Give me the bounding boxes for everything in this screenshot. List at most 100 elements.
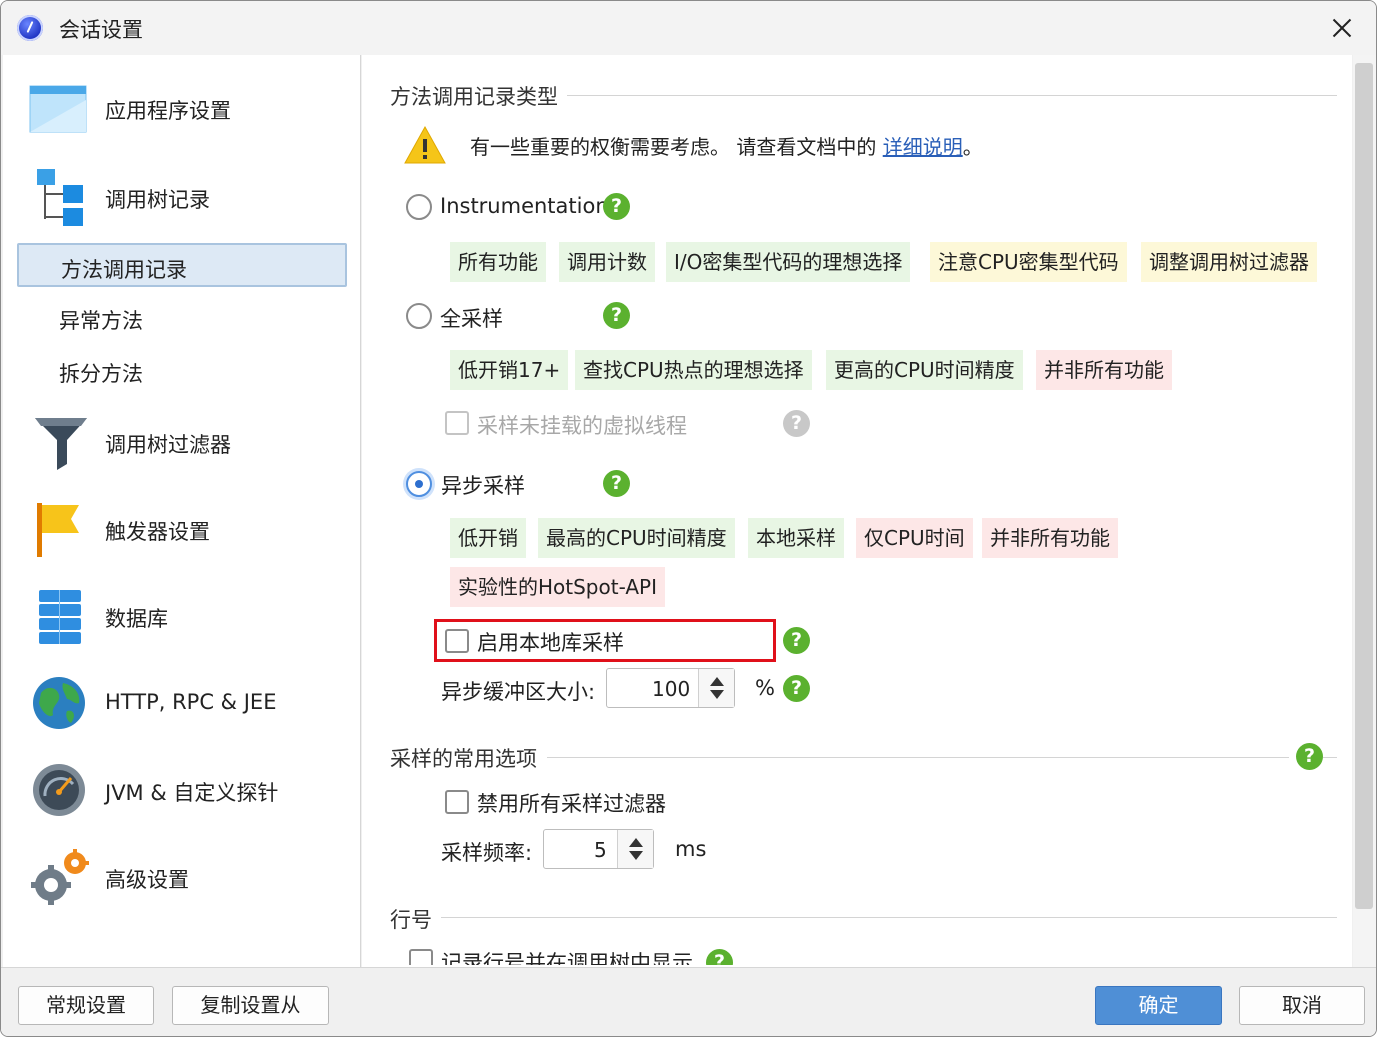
info-text: 有一些重要的权衡需要考虑。 请查看文档中的 [470,135,883,159]
sidebar-item-databases[interactable]: 数据库 [3,576,361,656]
async-sampling-radio[interactable] [406,471,432,497]
database-icon [39,590,81,644]
window-title: 会话设置 [59,18,143,42]
async-buffer-size-spinner[interactable]: 100 [606,668,735,708]
feature-tag: 并非所有功能 [1036,350,1172,390]
section-divider [567,95,1337,96]
sidebar-item-label: 数据库 [105,607,168,631]
gauge-icon [33,764,85,816]
line-numbers-label[interactable]: 记录行号并在调用树中显示 [441,947,693,965]
info-suffix: 。 [962,135,983,159]
dialog-button-bar: 常规设置 复制设置从 确定 取消 [1,967,1376,1036]
sidebar-item-label: 调用树过滤器 [105,433,231,457]
flag-icon [37,503,79,557]
help-icon[interactable]: ? [783,627,810,654]
call-tree-icon [37,169,83,226]
instrumentation-radio[interactable] [406,194,432,220]
full-sampling-label[interactable]: 全采样 [440,303,503,333]
details-link[interactable]: 详细说明 [883,135,963,159]
sample-virtual-threads-label: 采样未挂载的虚拟线程 [477,414,687,438]
ok-button[interactable]: 确定 [1095,986,1222,1025]
feature-tag: 所有功能 [450,242,546,282]
async-buffer-size-value[interactable]: 100 [652,677,690,701]
session-settings-dialog: 会话设置 应用程序设置 调用树记录 方法调用记录 异常方法 拆分方法 调用树过滤… [0,0,1377,1037]
async-buffer-size-label: 异步缓冲区大小: [441,680,596,704]
globe-icon [33,677,85,729]
settings-sidebar: 应用程序设置 调用树记录 方法调用记录 异常方法 拆分方法 调用树过滤器 触发器… [3,55,361,967]
frequency-unit: ms [675,837,707,861]
general-settings-button[interactable]: 常规设置 [18,986,154,1025]
sidebar-item-exception-methods[interactable]: 异常方法 [17,296,347,340]
buffer-unit: % [755,676,775,700]
help-icon[interactable]: ? [783,675,810,702]
copy-settings-from-button[interactable]: 复制设置从 [172,986,329,1025]
feature-tag: 低开销17+ [450,350,569,390]
sidebar-item-label: HTTP, RPC & JEE [105,690,277,714]
settings-content-panel [362,55,1352,967]
sidebar-item-jvm-custom-probes[interactable]: JVM & 自定义探针 [3,750,361,830]
feature-tag: I/O密集型代码的理想选择 [666,242,911,282]
feature-tag: 仅CPU时间 [856,518,973,558]
sidebar-item-call-tree-recording[interactable]: 调用树记录 [3,157,361,237]
feature-tag: 并非所有功能 [982,518,1118,558]
feature-tag: 低开销 [450,518,526,558]
section-divider [547,757,1289,758]
line-numbers-option-clipped: 记录行号并在调用树中显示 ? [401,947,801,965]
line-numbers-checkbox[interactable] [409,949,433,965]
funnel-icon [35,418,87,470]
sidebar-item-application-settings[interactable]: 应用程序设置 [3,69,361,149]
sidebar-item-http-rpc-jee[interactable]: HTTP, RPC & JEE [3,663,361,743]
sidebar-item-label: 拆分方法 [59,362,143,386]
sidebar-item-label: 高级设置 [105,868,189,892]
sidebar-item-split-methods[interactable]: 拆分方法 [17,349,347,393]
async-sampling-label[interactable]: 异步采样 [441,470,525,500]
instrumentation-label[interactable]: Instrumentation [440,194,609,218]
sample-virtual-threads-checkbox[interactable] [445,411,469,435]
sampling-frequency-spinner[interactable]: 5 [543,829,654,869]
native-library-sampling-checkbox[interactable] [445,629,469,653]
disable-sampling-filters-checkbox[interactable] [445,790,469,814]
sampling-frequency-label: 采样频率: [441,841,533,865]
app-logo-icon [17,15,43,41]
feature-tag: 查找CPU热点的理想选择 [575,350,812,390]
close-icon[interactable] [1319,7,1365,49]
sidebar-item-method-call-recording[interactable]: 方法调用记录 [17,243,347,287]
help-icon[interactable]: ? [783,410,810,437]
cancel-button[interactable]: 取消 [1239,986,1365,1025]
title-bar: 会话设置 [1,1,1376,55]
feature-tag: 本地采样 [748,518,844,558]
section-divider [1323,757,1337,758]
help-icon[interactable]: ? [603,193,630,220]
tradeoff-info: 有一些重要的权衡需要考虑。 请查看文档中的 详细说明。 [470,131,983,160]
section-title-line-numbers: 行号 [390,908,432,932]
gears-icon [31,849,89,905]
sidebar-item-call-tree-filters[interactable]: 调用树过滤器 [3,402,361,482]
sidebar-item-label: 异常方法 [59,309,143,333]
sidebar-item-label: 方法调用记录 [61,258,187,282]
feature-tag: 调用计数 [559,242,655,282]
spinner-arrows-icon[interactable] [617,830,653,868]
full-sampling-radio[interactable] [406,303,432,329]
sampling-frequency-value[interactable]: 5 [594,838,607,862]
section-title-sampling-options: 采样的常用选项 [390,747,537,771]
spinner-arrows-icon[interactable] [698,669,734,707]
section-divider [441,917,1337,918]
help-icon[interactable]: ? [603,302,630,329]
help-icon[interactable]: ? [603,470,630,497]
help-icon[interactable]: ? [706,949,733,965]
sidebar-item-label: 调用树记录 [105,188,210,212]
disable-sampling-filters-label[interactable]: 禁用所有采样过滤器 [477,788,666,818]
sidebar-item-advanced-settings[interactable]: 高级设置 [3,837,361,917]
sidebar-item-label: JVM & 自定义探针 [105,781,279,805]
help-icon[interactable]: ? [1296,743,1323,770]
section-title-recording-type: 方法调用记录类型 [390,85,558,109]
warning-icon [404,125,446,164]
sidebar-item-label: 应用程序设置 [105,99,231,123]
sidebar-item-trigger-settings[interactable]: 触发器设置 [3,489,361,569]
sidebar-item-label: 触发器设置 [105,520,210,544]
feature-tag: 最高的CPU时间精度 [538,518,735,558]
native-library-sampling-label[interactable]: 启用本地库采样 [477,627,624,657]
application-window-icon [29,85,87,133]
scrollbar-thumb[interactable] [1355,63,1373,909]
feature-tag: 注意CPU密集型代码 [930,242,1127,282]
